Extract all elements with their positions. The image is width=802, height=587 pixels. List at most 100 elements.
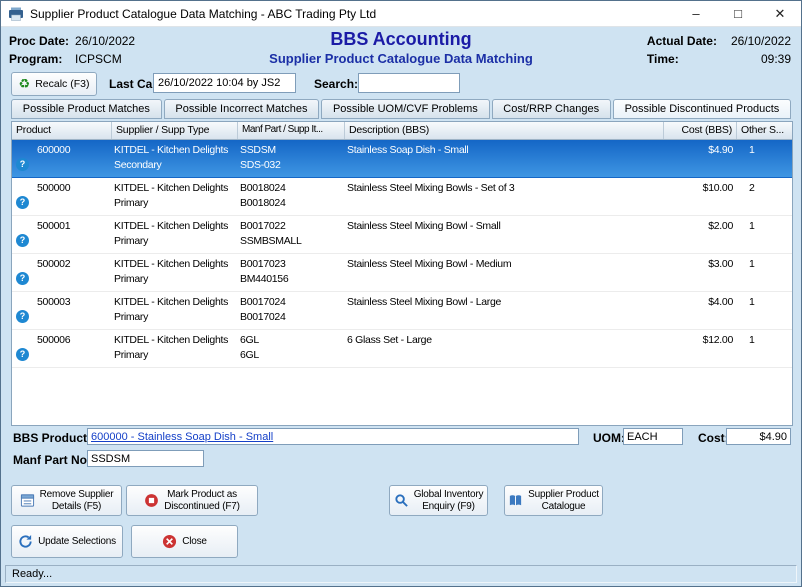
cost-cell: $12.00 xyxy=(664,330,737,367)
column-header-description[interactable]: Description (BBS) xyxy=(345,122,664,139)
supplier-catalogue-line1: Supplier Product xyxy=(528,489,599,501)
cost-cell: $10.00 xyxy=(664,178,737,215)
supplier-cell: KITDEL - Kitchen Delights Primary xyxy=(112,330,238,367)
time-value: 09:39 xyxy=(731,50,791,68)
program-label: Program: xyxy=(9,50,69,68)
row-status-cell: ? xyxy=(12,178,34,215)
app-title: BBS Accounting xyxy=(121,29,681,50)
global-inventory-enquiry-button[interactable]: Global Inventory Enquiry (F9) xyxy=(389,485,488,516)
minimize-button[interactable]: – xyxy=(675,1,717,26)
remove-supplier-line1: Remove Supplier xyxy=(40,489,114,501)
column-header-other-suppliers[interactable]: Other S... xyxy=(737,122,792,139)
row-status-cell: ? xyxy=(12,140,34,177)
other-suppliers-cell: 1 xyxy=(737,254,792,291)
page-title: Supplier Product Catalogue Data Matching xyxy=(121,51,681,66)
supplier-name: KITDEL - Kitchen Delights xyxy=(114,143,238,158)
recycle-icon: ♻ xyxy=(19,78,31,91)
uom-field: EACH xyxy=(623,428,683,445)
status-text: Ready... xyxy=(12,568,52,580)
close-button[interactable]: Close xyxy=(131,525,238,558)
other-suppliers-cell: 1 xyxy=(737,330,792,367)
manf-part-cell: SSDSM SDS-032 xyxy=(238,140,345,177)
close-label: Close xyxy=(182,536,207,547)
cost-field: $4.90 xyxy=(726,428,791,445)
remove-supplier-details-button[interactable]: Remove Supplier Details (F5) xyxy=(11,485,122,516)
catalogue-icon xyxy=(508,493,523,508)
bbs-product-field: 600000 - Stainless Soap Dish - Small xyxy=(87,428,579,445)
tab-possible-incorrect-matches[interactable]: Possible Incorrect Matches xyxy=(164,99,320,119)
supp-item-number: SDS-032 xyxy=(240,158,345,173)
column-header-cost[interactable]: Cost (BBS) xyxy=(664,122,737,139)
supplier-name: KITDEL - Kitchen Delights xyxy=(114,295,238,310)
cost-cell: $3.00 xyxy=(664,254,737,291)
table-row[interactable]: ? 600000 KITDEL - Kitchen Delights Secon… xyxy=(12,140,792,178)
description-cell: Stainless Steel Mixing Bowl - Medium xyxy=(345,254,664,291)
supplier-cell: KITDEL - Kitchen Delights Primary xyxy=(112,254,238,291)
results-grid: Product Supplier / Supp Type Manf Part /… xyxy=(11,121,793,426)
title-bar: Supplier Product Catalogue Data Matching… xyxy=(1,1,801,27)
table-body: ? 600000 KITDEL - Kitchen Delights Secon… xyxy=(12,140,792,368)
description-cell: 6 Glass Set - Large xyxy=(345,330,664,367)
tab-cost-rrp-changes[interactable]: Cost/RRP Changes xyxy=(492,99,611,119)
manf-part-number: B0017022 xyxy=(240,219,345,234)
app-icon xyxy=(8,6,24,22)
update-icon xyxy=(18,534,33,549)
column-header-manf-part[interactable]: Manf Part / Supp It... xyxy=(238,122,345,139)
tab-possible-discontinued-products[interactable]: Possible Discontinued Products xyxy=(613,99,791,119)
recalc-button[interactable]: ♻ Recalc (F3) xyxy=(11,72,97,96)
mark-discontinued-line1: Mark Product as xyxy=(164,489,240,501)
supplier-type: Primary xyxy=(114,272,238,287)
supplier-catalogue-line2: Catalogue xyxy=(528,501,599,513)
inventory-enquiry-icon xyxy=(394,493,409,508)
close-window-button[interactable]: ✕ xyxy=(759,1,801,26)
question-icon: ? xyxy=(16,158,29,171)
cost-cell: $4.00 xyxy=(664,292,737,329)
supplier-product-catalogue-button[interactable]: Supplier Product Catalogue xyxy=(504,485,603,516)
table-row[interactable]: ? 500002 KITDEL - Kitchen Delights Prima… xyxy=(12,254,792,292)
manf-part-number: B0017023 xyxy=(240,257,345,272)
actual-date-label: Actual Date: xyxy=(647,32,717,50)
product-code: 600000 xyxy=(34,140,112,177)
table-row[interactable]: ? 500000 KITDEL - Kitchen Delights Prima… xyxy=(12,178,792,216)
supplier-cell: KITDEL - Kitchen Delights Primary xyxy=(112,178,238,215)
supplier-name: KITDEL - Kitchen Delights xyxy=(114,181,238,196)
global-inventory-line2: Enquiry (F9) xyxy=(414,501,484,513)
bbs-product-link[interactable]: 600000 - Stainless Soap Dish - Small xyxy=(91,431,273,443)
search-label: Search: xyxy=(314,77,358,91)
table-row[interactable]: ? 500003 KITDEL - Kitchen Delights Prima… xyxy=(12,292,792,330)
row-status-cell: ? xyxy=(12,216,34,253)
column-header-product[interactable]: Product xyxy=(12,122,112,139)
tab-possible-uom-cvf-problems[interactable]: Possible UOM/CVF Problems xyxy=(321,99,489,119)
header-center: BBS Accounting Supplier Product Catalogu… xyxy=(121,29,681,66)
app-window: Supplier Product Catalogue Data Matching… xyxy=(0,0,802,587)
supp-item-number: B0018024 xyxy=(240,196,345,211)
mark-discontinued-button[interactable]: Mark Product as Discontinued (F7) xyxy=(126,485,258,516)
supplier-name: KITDEL - Kitchen Delights xyxy=(114,257,238,272)
description-cell: Stainless Soap Dish - Small xyxy=(345,140,664,177)
product-code: 500003 xyxy=(34,292,112,329)
maximize-button[interactable]: □ xyxy=(717,1,759,26)
supplier-type: Primary xyxy=(114,348,238,363)
uom-label: UOM: xyxy=(593,431,625,445)
remove-supplier-line2: Details (F5) xyxy=(40,501,114,513)
manf-part-no-field: SSDSM xyxy=(87,450,204,467)
manf-part-no-label: Manf Part No: xyxy=(13,453,91,467)
product-code: 500002 xyxy=(34,254,112,291)
question-icon: ? xyxy=(16,348,29,361)
table-row[interactable]: ? 500006 KITDEL - Kitchen Delights Prima… xyxy=(12,330,792,368)
manf-part-cell: 6GL 6GL xyxy=(238,330,345,367)
search-input[interactable] xyxy=(358,73,460,93)
update-selections-button[interactable]: Update Selections xyxy=(11,525,123,558)
question-icon: ? xyxy=(16,234,29,247)
manf-part-number: B0017024 xyxy=(240,295,345,310)
tab-possible-product-matches[interactable]: Possible Product Matches xyxy=(11,99,162,119)
supp-item-number: B0017024 xyxy=(240,310,345,325)
table-row[interactable]: ? 500001 KITDEL - Kitchen Delights Prima… xyxy=(12,216,792,254)
question-icon: ? xyxy=(16,310,29,323)
description-cell: Stainless Steel Mixing Bowls - Set of 3 xyxy=(345,178,664,215)
column-header-supplier[interactable]: Supplier / Supp Type xyxy=(112,122,238,139)
other-suppliers-cell: 2 xyxy=(737,178,792,215)
proc-date-label: Proc Date: xyxy=(9,32,69,50)
window-controls: – □ ✕ xyxy=(675,1,801,26)
remove-details-icon xyxy=(20,493,35,508)
